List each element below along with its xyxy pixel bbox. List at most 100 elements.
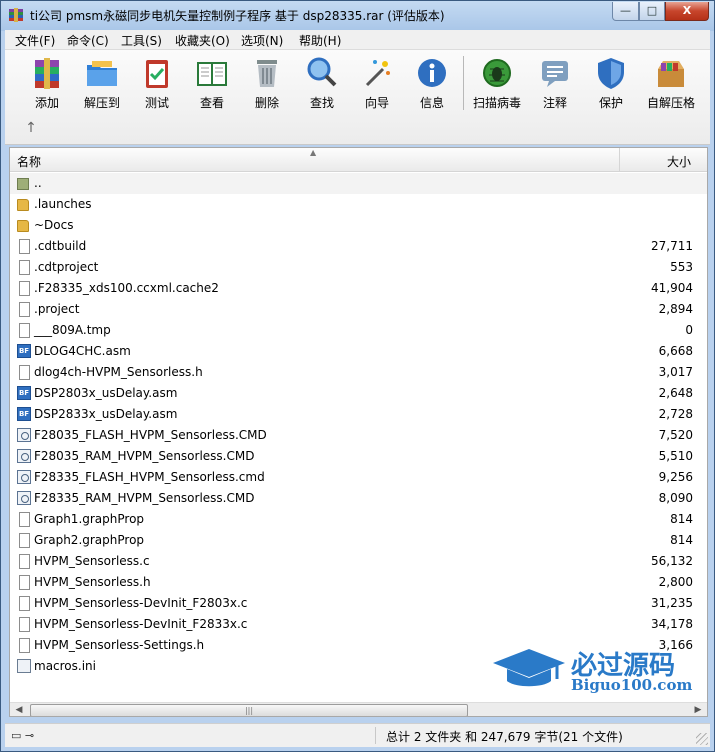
ini-file-icon	[17, 659, 31, 673]
file-name: ___809A.tmp	[34, 323, 111, 337]
file-row[interactable]: F28035_RAM_HVPM_Sensorless.CMD 5,510	[10, 446, 707, 467]
file-icon	[19, 596, 30, 611]
file-size: 27,711	[651, 239, 693, 253]
asm-file-icon: BF	[17, 386, 31, 400]
asm-file-icon: BF	[17, 407, 31, 421]
maximize-button[interactable]: □	[639, 2, 665, 21]
watermark-url: Biguo100.com	[571, 676, 693, 694]
test-button[interactable]: 测试	[131, 55, 183, 111]
file-row[interactable]: BF DSP2833x_usDelay.asm 2,728	[10, 404, 707, 425]
file-size: 56,132	[651, 554, 693, 568]
column-name-header[interactable]: 名称	[17, 153, 41, 170]
folder-icon	[17, 199, 29, 211]
file-row[interactable]: F28335_FLASH_HVPM_Sensorless.cmd 9,256	[10, 467, 707, 488]
file-name: .project	[34, 302, 80, 316]
file-row[interactable]: .cdtproject 553	[10, 257, 707, 278]
file-row[interactable]: HVPM_Sensorless.c 56,132	[10, 551, 707, 572]
file-icon	[19, 617, 30, 632]
file-list: 名称 ▲ 大小 .. .launches ~Docs .cdtbuild 27,711.…	[9, 147, 708, 717]
menu-favorites[interactable]: 收藏夹(O)	[175, 32, 230, 49]
magnifier-icon	[307, 57, 337, 87]
extract-to-button[interactable]: 解压到	[76, 55, 128, 111]
graduation-cap-icon	[493, 649, 565, 687]
file-icon	[19, 239, 30, 254]
menu-help[interactable]: 帮助(H)	[299, 32, 341, 49]
file-icon	[19, 533, 30, 548]
file-icon	[19, 302, 30, 317]
file-row[interactable]: .F28335_xds100.ccxml.cache2 41,904	[10, 278, 707, 299]
file-size: 0	[685, 323, 693, 337]
menu-file[interactable]: 文件(F)	[15, 32, 55, 49]
resize-grip[interactable]	[696, 733, 708, 745]
file-row[interactable]: ___809A.tmp 0	[10, 320, 707, 341]
wizard-button[interactable]: 向导	[351, 55, 403, 111]
column-size-header[interactable]: 大小	[667, 153, 691, 170]
file-name: Graph2.graphProp	[34, 533, 145, 547]
file-row[interactable]: dlog4ch-HVPM_Sensorless.h 3,017	[10, 362, 707, 383]
comment-button[interactable]: 注释	[529, 55, 581, 111]
view-button[interactable]: 查看	[186, 55, 238, 111]
title-bar[interactable]: ti公司 pmsm永磁同步电机矢量控制例子程序 基于 dsp28335.rar …	[1, 1, 714, 30]
file-row[interactable]: F28035_FLASH_HVPM_Sensorless.CMD 7,520	[10, 425, 707, 446]
file-row[interactable]: HVPM_Sensorless-DevInit_F2803x.c 31,235	[10, 593, 707, 614]
cmd-file-icon	[17, 470, 31, 484]
horizontal-scrollbar[interactable]: ◀ ||| ▶	[10, 702, 707, 716]
scroll-left-arrow[interactable]: ◀	[12, 705, 26, 715]
file-row[interactable]: ~Docs	[10, 215, 707, 236]
sfx-box-icon	[658, 61, 684, 87]
menu-commands[interactable]: 命令(C)	[67, 32, 109, 49]
add-archive-icon	[35, 58, 59, 89]
file-row[interactable]: ..	[10, 173, 707, 194]
wizard-wand-icon	[365, 60, 390, 87]
file-row[interactable]: Graph2.graphProp 814	[10, 530, 707, 551]
file-size: 34,178	[651, 617, 693, 631]
close-button[interactable]: X	[665, 2, 709, 21]
file-row[interactable]: HVPM_Sensorless.h 2,800	[10, 572, 707, 593]
minimize-button[interactable]: —	[612, 2, 639, 21]
file-size: 41,904	[651, 281, 693, 295]
file-row[interactable]: Graph1.graphProp 814	[10, 509, 707, 530]
file-size: 6,668	[658, 344, 693, 358]
file-size: 9,256	[658, 470, 693, 484]
file-icon	[19, 281, 30, 296]
up-one-level-button[interactable]: ↑	[23, 120, 39, 136]
file-row[interactable]: BF DLOG4CHC.asm 6,668	[10, 341, 707, 362]
file-row[interactable]: HVPM_Sensorless-DevInit_F2833x.c 34,178	[10, 614, 707, 635]
virus-scan-icon	[483, 59, 511, 87]
file-icon	[19, 575, 30, 590]
find-button[interactable]: 查找	[296, 55, 348, 111]
file-row[interactable]: BF DSP2803x_usDelay.asm 2,648	[10, 383, 707, 404]
file-row[interactable]: .cdtbuild 27,711	[10, 236, 707, 257]
file-name: Graph1.graphProp	[34, 512, 145, 526]
protect-button[interactable]: 保护	[585, 55, 637, 111]
cmd-file-icon	[17, 491, 31, 505]
menu-options[interactable]: 选项(N)	[241, 32, 283, 49]
delete-button[interactable]: 删除	[241, 55, 293, 111]
view-book-icon	[197, 62, 227, 86]
status-bar: ▭ ⊸ 总计 2 文件夹 和 247,679 字节(21 个文件)	[5, 723, 710, 747]
file-name: F28335_RAM_HVPM_Sensorless.CMD	[34, 491, 255, 505]
sort-ascending-icon: ▲	[310, 148, 317, 157]
add-button[interactable]: 添加	[21, 55, 73, 111]
file-name: HVPM_Sensorless.h	[34, 575, 151, 589]
file-icon	[19, 323, 30, 338]
file-size: 7,520	[658, 428, 693, 442]
status-icons[interactable]: ▭ ⊸	[11, 729, 34, 742]
menu-tools[interactable]: 工具(S)	[121, 32, 162, 49]
file-name: .launches	[34, 197, 92, 211]
file-icon	[19, 365, 30, 380]
file-name: HVPM_Sensorless-Settings.h	[34, 638, 205, 652]
scroll-thumb[interactable]: |||	[30, 704, 468, 716]
file-name: DLOG4CHC.asm	[34, 344, 131, 358]
file-row[interactable]: .launches	[10, 194, 707, 215]
file-row[interactable]: F28335_RAM_HVPM_Sensorless.CMD 8,090	[10, 488, 707, 509]
scan-virus-button[interactable]: 扫描病毒	[471, 55, 523, 111]
scroll-right-arrow[interactable]: ▶	[691, 705, 705, 715]
info-button[interactable]: 信息	[406, 55, 458, 111]
status-summary: 总计 2 文件夹 和 247,679 字节(21 个文件)	[386, 730, 623, 744]
file-name: dlog4ch-HVPM_Sensorless.h	[34, 365, 203, 379]
file-row[interactable]: .project 2,894	[10, 299, 707, 320]
column-divider[interactable]	[619, 148, 620, 172]
file-name: HVPM_Sensorless-DevInit_F2803x.c	[34, 596, 248, 610]
sfx-button[interactable]: 自解压格	[641, 55, 701, 111]
